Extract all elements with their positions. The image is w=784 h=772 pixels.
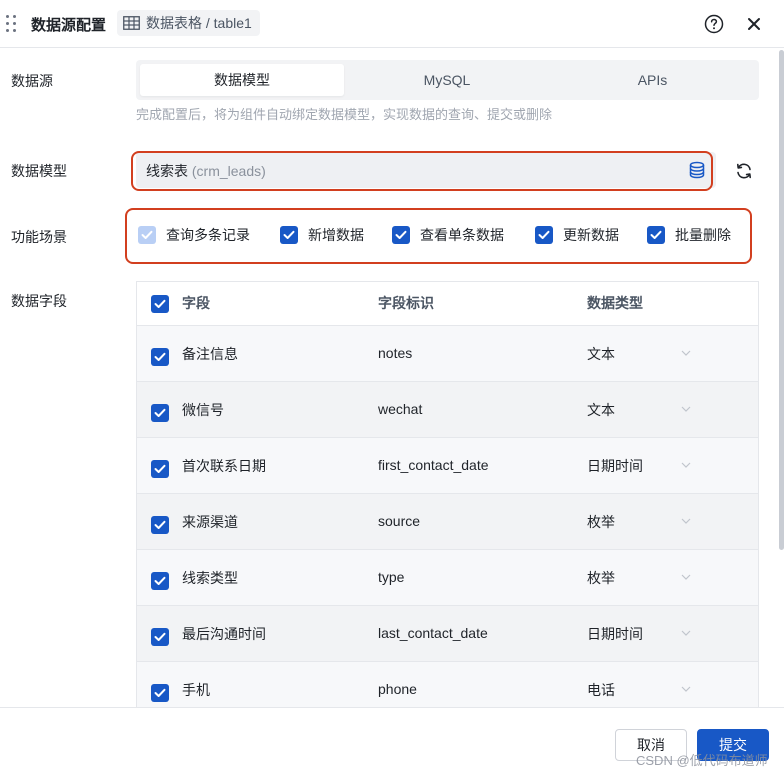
scene-update[interactable]: 更新数据 xyxy=(535,225,619,245)
scene-label: 更新数据 xyxy=(563,227,619,243)
column-header-key: 字段标识 xyxy=(378,295,434,311)
field-key: wechat xyxy=(378,401,423,417)
fields-label: 数据字段 xyxy=(11,293,67,309)
chevron-down-icon[interactable] xyxy=(681,518,691,524)
checkbox-icon[interactable] xyxy=(280,226,298,244)
tab-data-model[interactable]: 数据模型 xyxy=(140,64,344,96)
table-row: 首次联系日期 first_contact_date 日期时间 xyxy=(137,438,758,494)
dialog-footer: 取消 提交 CSDN @低代码布道师 xyxy=(0,707,784,772)
datasource-label: 数据源 xyxy=(11,73,53,89)
scene-label: 批量删除 xyxy=(675,227,731,243)
scene-label: 查询多条记录 xyxy=(166,227,250,243)
field-key: type xyxy=(378,569,405,585)
row-checkbox-icon[interactable] xyxy=(151,404,169,422)
table-row: 线索类型 type 枚举 xyxy=(137,550,758,606)
table-row: 微信号 wechat 文本 xyxy=(137,382,758,438)
field-type-select[interactable]: 枚举 xyxy=(587,512,615,532)
dialog-header: 数据源配置 数据表格 / table1 xyxy=(0,0,784,48)
scene-batch-delete[interactable]: 批量删除 xyxy=(647,225,731,245)
field-key: source xyxy=(378,513,421,529)
tab-apis[interactable]: APIs xyxy=(550,64,755,96)
checkbox-icon[interactable] xyxy=(647,226,665,244)
table-row: 备注信息 notes 文本 xyxy=(137,326,758,382)
field-type-select[interactable]: 文本 xyxy=(587,400,615,420)
table-icon xyxy=(123,16,140,30)
drag-handle-icon[interactable] xyxy=(6,15,18,33)
chevron-down-icon[interactable] xyxy=(681,686,691,692)
breadcrumb: 数据表格 / table1 xyxy=(117,10,260,36)
field-name: 手机 xyxy=(182,682,210,698)
breadcrumb-text: 数据表格 / table1 xyxy=(146,15,252,31)
table-row: 来源渠道 source 枚举 xyxy=(137,494,758,550)
field-type-select[interactable]: 日期时间 xyxy=(587,456,643,476)
chevron-down-icon[interactable] xyxy=(681,406,691,412)
close-icon[interactable] xyxy=(745,15,763,33)
datasource-segmented-control: 数据模型 MySQL APIs xyxy=(136,60,759,100)
checkbox-icon[interactable] xyxy=(138,226,156,244)
help-icon[interactable] xyxy=(704,14,724,34)
scene-view-single[interactable]: 查看单条数据 xyxy=(392,225,504,245)
row-checkbox-icon[interactable] xyxy=(151,516,169,534)
field-name: 微信号 xyxy=(182,402,224,418)
checkbox-icon[interactable] xyxy=(535,226,553,244)
table-row: 最后沟通时间 last_contact_date 日期时间 xyxy=(137,606,758,662)
checkbox-icon[interactable] xyxy=(392,226,410,244)
tab-mysql[interactable]: MySQL xyxy=(344,64,550,96)
column-header-field: 字段 xyxy=(182,295,210,311)
fields-table: 字段 字段标识 数据类型 备注信息 notes 文本 微信号 wechat 文本… xyxy=(136,281,759,711)
row-checkbox-icon[interactable] xyxy=(151,684,169,702)
field-name: 备注信息 xyxy=(182,346,238,362)
field-key: phone xyxy=(378,681,417,697)
scenes-label: 功能场景 xyxy=(11,229,67,245)
row-checkbox-icon[interactable] xyxy=(151,348,169,366)
row-checkbox-icon[interactable] xyxy=(151,572,169,590)
field-key: last_contact_date xyxy=(378,625,488,641)
field-name: 首次联系日期 xyxy=(182,458,266,474)
field-type-select[interactable]: 文本 xyxy=(587,344,615,364)
refresh-icon[interactable] xyxy=(734,161,754,181)
field-name: 线索类型 xyxy=(182,570,238,586)
model-label: 数据模型 xyxy=(11,163,67,179)
dialog-title: 数据源配置 xyxy=(31,17,107,34)
field-type-select[interactable]: 日期时间 xyxy=(587,624,643,644)
field-name: 来源渠道 xyxy=(182,514,238,530)
table-header: 字段 字段标识 数据类型 xyxy=(137,282,758,326)
watermark: CSDN @低代码布道师 xyxy=(636,753,768,768)
field-key: first_contact_date xyxy=(378,457,489,473)
model-highlight-box xyxy=(131,151,713,191)
scene-query-list[interactable]: 查询多条记录 xyxy=(138,225,250,245)
field-type-select[interactable]: 电话 xyxy=(587,680,615,700)
scene-label: 新增数据 xyxy=(308,227,364,243)
chevron-down-icon[interactable] xyxy=(681,630,691,636)
chevron-down-icon[interactable] xyxy=(681,350,691,356)
scrollbar[interactable] xyxy=(779,50,784,550)
scene-create[interactable]: 新增数据 xyxy=(280,225,364,245)
row-checkbox-icon[interactable] xyxy=(151,460,169,478)
scene-label: 查看单条数据 xyxy=(420,227,504,243)
column-header-type: 数据类型 xyxy=(587,295,643,311)
select-all-checkbox-icon[interactable] xyxy=(151,295,169,313)
table-row: 手机 phone 电话 xyxy=(137,662,758,711)
chevron-down-icon[interactable] xyxy=(681,574,691,580)
datasource-hint: 完成配置后，将为组件自动绑定数据模型，实现数据的查询、提交或删除 xyxy=(136,107,553,122)
field-name: 最后沟通时间 xyxy=(182,626,266,642)
row-checkbox-icon[interactable] xyxy=(151,628,169,646)
chevron-down-icon[interactable] xyxy=(681,462,691,468)
field-type-select[interactable]: 枚举 xyxy=(587,568,615,588)
field-key: notes xyxy=(378,345,413,361)
